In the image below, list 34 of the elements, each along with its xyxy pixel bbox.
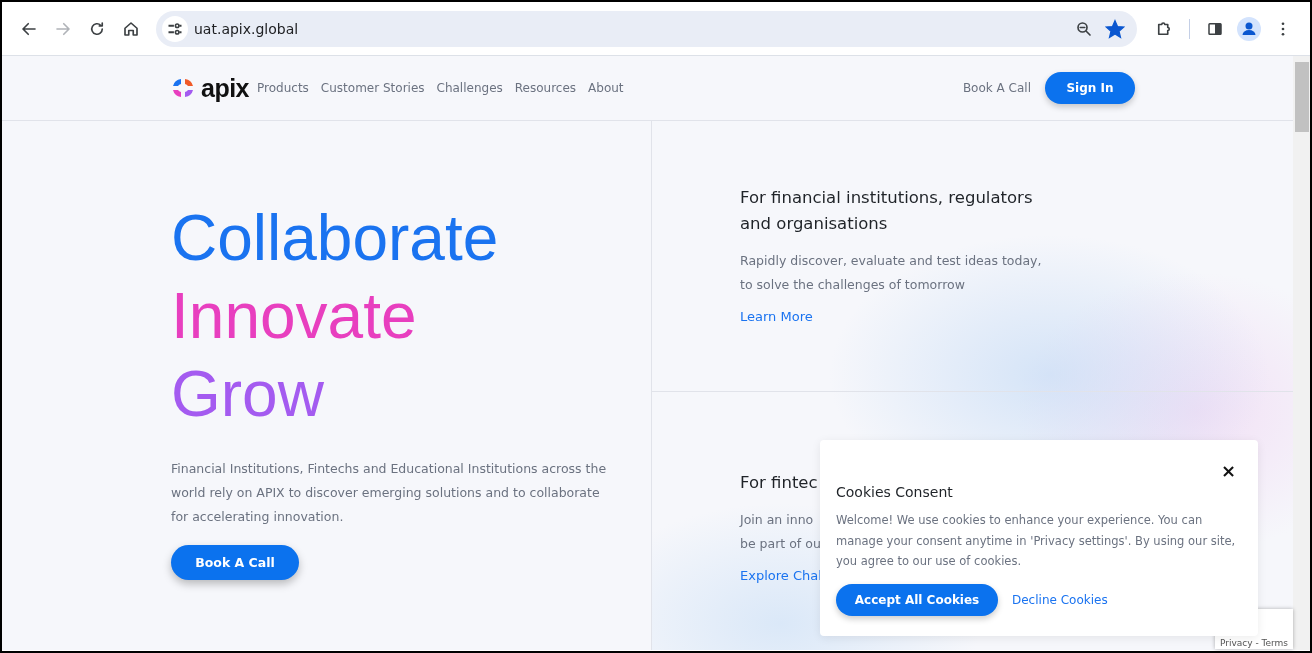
reload-icon[interactable] [88,19,106,38]
site-settings-icon[interactable] [162,15,188,42]
close-button[interactable]: × [1220,460,1236,481]
headline-word: Innovate [171,279,418,354]
star-icon[interactable] [1105,18,1125,39]
card-text: Join an inno [740,511,814,529]
book-call-button[interactable]: Book A Call [171,545,299,580]
url-text: uat.apix.global [194,20,300,37]
headline-word: Collaborate [171,201,500,276]
headline-word: Grow [171,357,325,432]
logo-text[interactable]: apix [201,75,250,101]
zoom-out-icon[interactable] [1075,19,1093,38]
hero-description: Financial Institutions, Fintechs and Educational Institutions across the world rely on APIX to discover emerging solutions and to collaborate for accelerating innovation. [171,460,608,526]
card-title: For fintec [740,472,818,494]
nav-link[interactable]: Customer Stories [320,81,425,95]
card-link[interactable]: Learn More [740,309,813,324]
book-call-link[interactable]: Book A Call [962,81,1031,95]
nav-link[interactable]: Challenges [436,81,503,95]
nav-link[interactable]: About [588,81,624,95]
nav-link[interactable]: Resources [514,81,577,95]
card-text: Rapidly discover, evaluate and test ideas today, [740,252,1042,270]
card-title: For financial institutions, regulators and organisations [740,187,1034,235]
card-text: to solve the challenges of tomorrow [740,276,965,294]
sign-in-button[interactable]: Sign In [1045,72,1135,104]
home-icon[interactable] [122,19,140,38]
decline-cookies-link[interactable]: Decline Cookies [1012,592,1108,607]
accept-cookies-button[interactable]: Accept All Cookies [836,583,998,616]
dialog-text: Welcome! We use cookies to enhance your experience. You can manage your consent anytime in 'Privacy settings'. By using our site, you agree to our use of cookies. [836,512,1237,570]
nav-link[interactable]: Products [257,81,309,95]
card-text: be part of ou [740,535,821,553]
scrollbar[interactable] [1293,56,1310,650]
address-bar[interactable]: uat.apix.global [156,10,1137,47]
dialog-title: Cookies Consent [836,484,954,500]
puzzle-icon[interactable] [1155,19,1173,38]
